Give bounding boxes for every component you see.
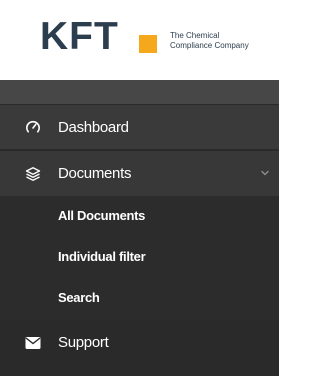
submenu-item-individual-filter[interactable]: Individual filter bbox=[58, 249, 146, 264]
logo-accent-square bbox=[139, 35, 157, 53]
dashboard-gauge-icon bbox=[24, 118, 42, 136]
logo-tagline-line1: The Chemical bbox=[170, 31, 220, 40]
menu-header-band bbox=[0, 80, 279, 104]
sidebar-item-documents[interactable]: Documents bbox=[0, 151, 279, 196]
layers-icon bbox=[24, 165, 42, 183]
sidebar-item-dashboard[interactable]: Dashboard bbox=[0, 105, 279, 149]
logo-tagline-line2: Compliance Company bbox=[170, 41, 249, 50]
submenu-item-search[interactable]: Search bbox=[58, 290, 100, 305]
chevron-down-icon[interactable] bbox=[259, 166, 271, 178]
sidebar-item-label: Documents bbox=[58, 165, 132, 182]
sidebar-item-support[interactable]: Support bbox=[0, 320, 279, 365]
logo-area: KFT The Chemical Compliance Company bbox=[0, 0, 279, 80]
sidebar-item-label: Support bbox=[58, 334, 109, 351]
envelope-icon bbox=[24, 334, 42, 352]
logo-tagline: The Chemical Compliance Company bbox=[170, 31, 280, 51]
sidebar-item-label: Dashboard bbox=[58, 118, 129, 136]
logo-wordmark: KFT bbox=[40, 15, 119, 58]
submenu-item-all-documents[interactable]: All Documents bbox=[58, 208, 145, 223]
